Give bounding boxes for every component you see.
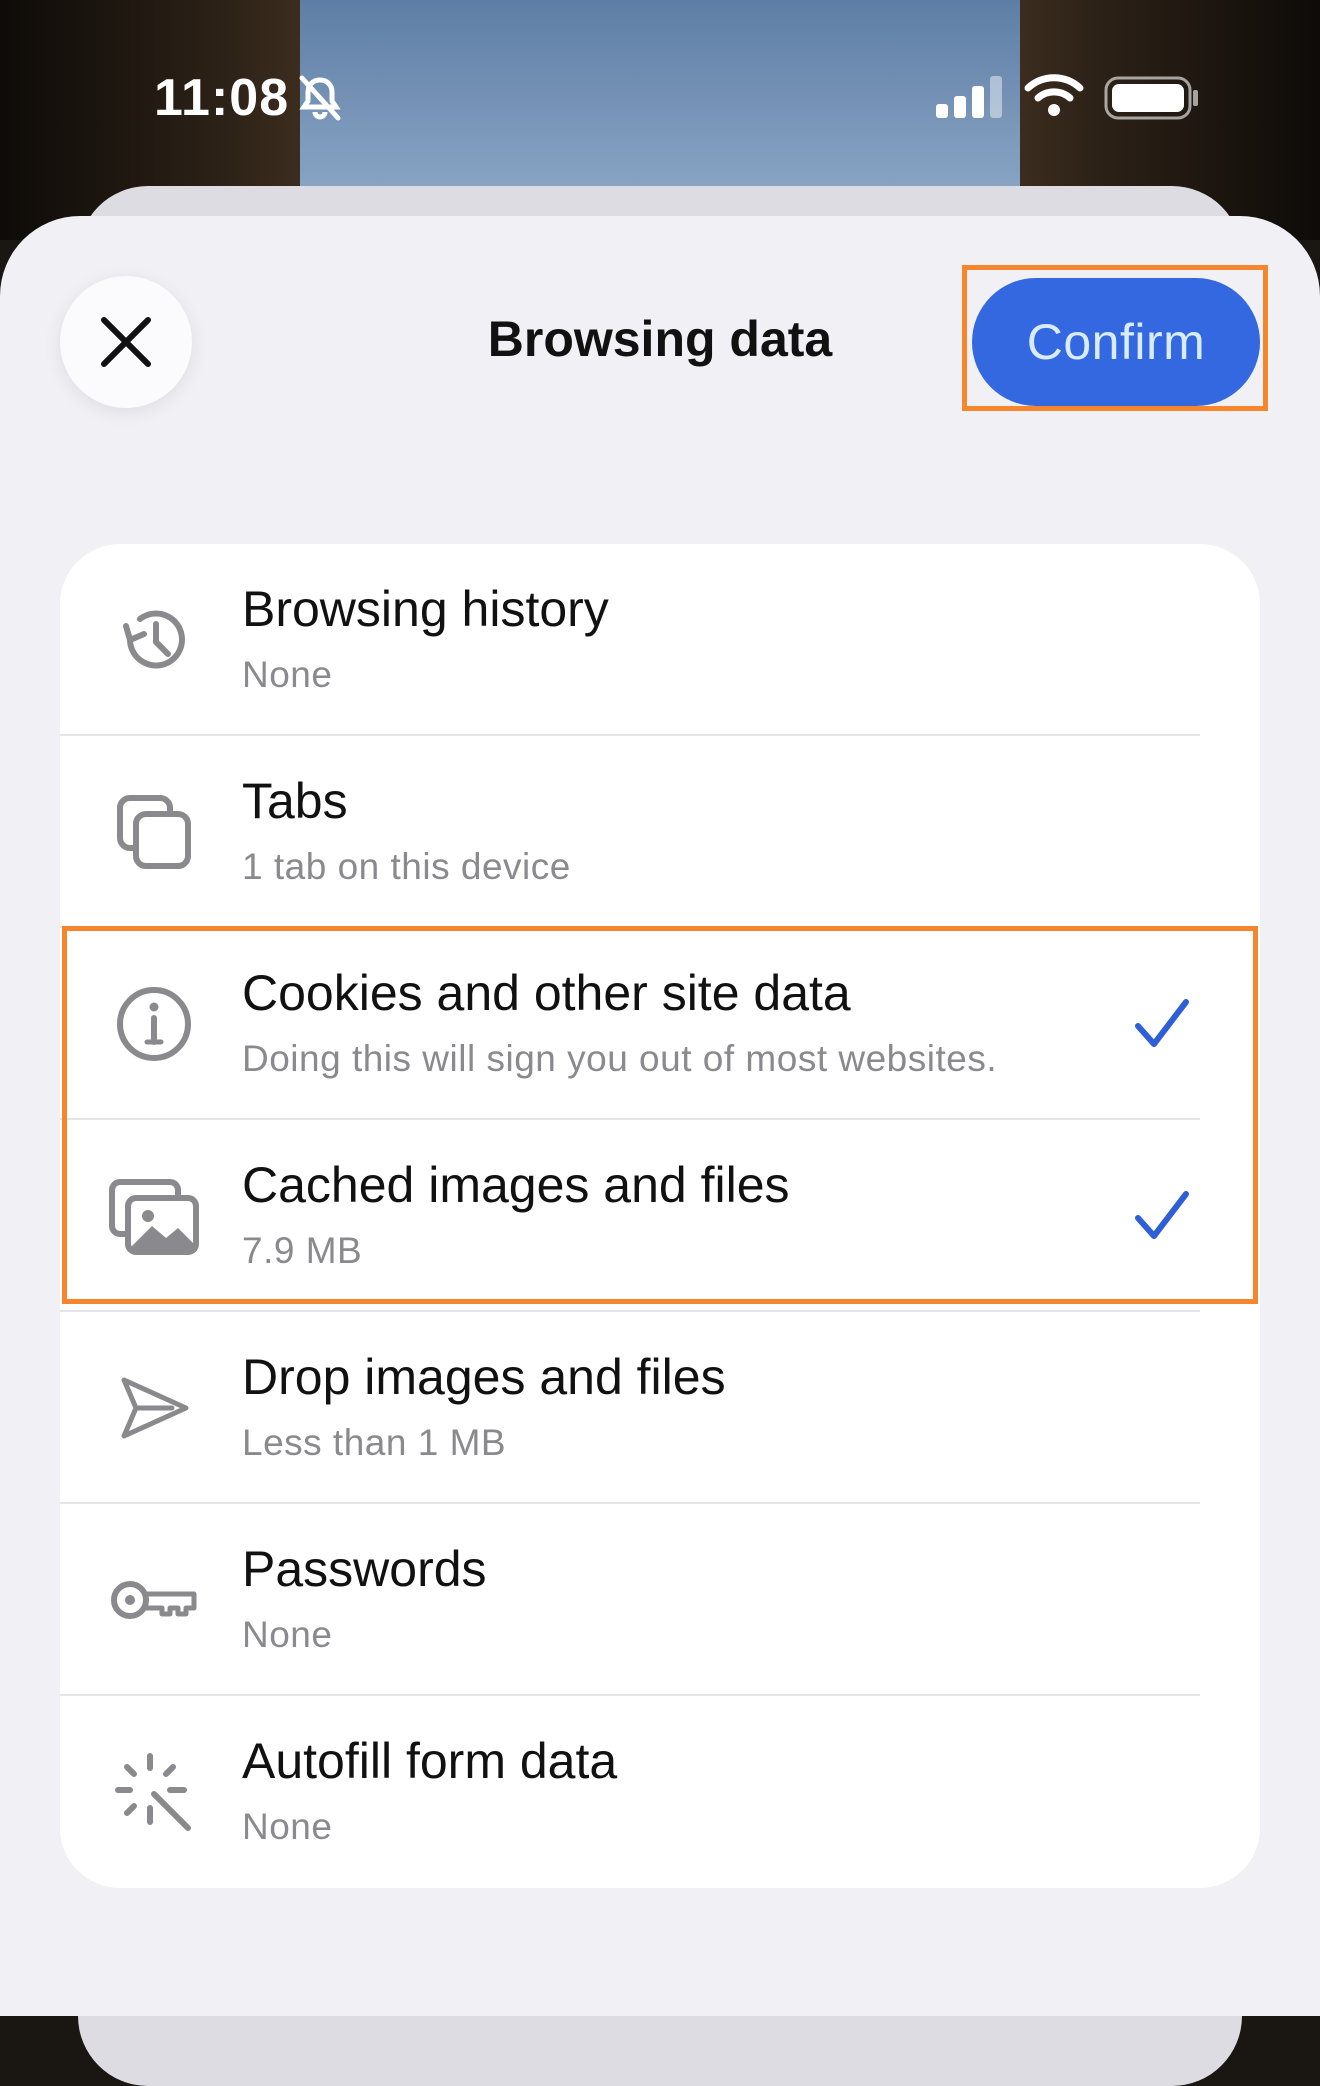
close-button[interactable] xyxy=(60,276,192,408)
tabs-icon xyxy=(108,786,200,878)
confirm-highlight-box xyxy=(962,265,1268,411)
row-subtitle: None xyxy=(242,1806,333,1847)
row-subtitle: 1 tab on this device xyxy=(242,846,571,887)
row-title: Drop images and files xyxy=(242,1349,726,1405)
page-title: Browsing data xyxy=(487,311,833,367)
row-title: Autofill form data xyxy=(242,1733,618,1789)
magic-wand-icon xyxy=(108,1746,200,1838)
key-icon xyxy=(108,1554,200,1646)
battery-icon xyxy=(1104,76,1200,125)
row-title: Passwords xyxy=(242,1541,487,1597)
list-item-browsing-history[interactable]: Browsing history None xyxy=(60,544,1260,736)
row-subtitle: None xyxy=(242,1614,333,1655)
cellular-signal-icon xyxy=(936,76,1004,123)
list-item-tabs[interactable]: Tabs 1 tab on this device xyxy=(60,736,1260,928)
status-time: 11:08 xyxy=(154,69,290,127)
history-icon xyxy=(108,594,200,686)
list-item-autofill[interactable]: Autofill form data None xyxy=(60,1696,1260,1888)
list-item-drop-images[interactable]: Drop images and files Less than 1 MB xyxy=(60,1312,1260,1504)
row-subtitle: None xyxy=(242,654,333,695)
row-title: Browsing history xyxy=(242,581,609,637)
row-subtitle: Less than 1 MB xyxy=(242,1422,507,1463)
selected-items-highlight-box xyxy=(62,926,1258,1304)
close-icon xyxy=(101,317,151,367)
wifi-icon xyxy=(1024,72,1084,123)
send-icon xyxy=(108,1362,200,1454)
list-item-passwords[interactable]: Passwords None xyxy=(60,1504,1260,1696)
silent-bell-icon xyxy=(296,74,344,127)
row-title: Tabs xyxy=(242,773,348,829)
